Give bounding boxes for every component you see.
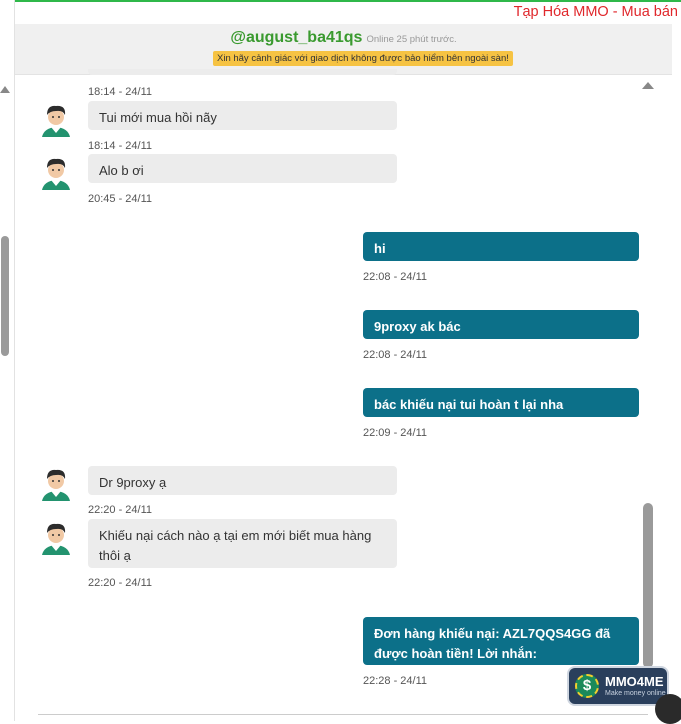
- message-time: 22:20 - 24/11: [88, 504, 153, 516]
- chat-scroll-thumb[interactable]: [643, 503, 653, 668]
- site-title[interactable]: Tạp Hóa MMO - Mua bán: [514, 4, 678, 20]
- page-scroll-thumb[interactable]: [1, 236, 9, 356]
- message-time: 20:45 - 24/11: [88, 193, 153, 205]
- incoming-message: Dr 9proxy ạ: [88, 466, 397, 495]
- message-time: 22:09 - 24/11: [363, 427, 428, 439]
- mmo4me-logo[interactable]: $ MMO4ME Make money online: [567, 666, 669, 706]
- outgoing-message: 9proxy ak bác: [363, 310, 639, 339]
- message-time: 22:20 - 24/11: [88, 577, 153, 589]
- message-time: 22:08 - 24/11: [363, 271, 428, 283]
- user-avatar-icon: [38, 154, 74, 190]
- chat-username[interactable]: @august_ba41qs: [230, 29, 362, 46]
- message-time: 22:28 - 24/11: [363, 675, 428, 687]
- warning-banner: Xin hãy cảnh giác với giao dịch không đư…: [213, 51, 513, 66]
- chat-header: @august_ba41qs Online 25 phút trước. Xin …: [15, 24, 672, 75]
- outgoing-message: bác khiếu nại tui hoàn t lại nha: [363, 388, 639, 417]
- user-avatar-icon: [38, 519, 74, 555]
- incoming-message: Tui mới mua hồi nãy: [88, 101, 397, 130]
- logo-name: MMO4ME: [605, 674, 664, 689]
- user-avatar-icon: [38, 465, 74, 501]
- logo-tagline: Make money online: [605, 690, 666, 697]
- page-scrollbar[interactable]: [0, 0, 15, 721]
- message-bubble-partial: [88, 69, 397, 75]
- outgoing-message: hi: [363, 232, 639, 261]
- incoming-message: Alo b ơi: [88, 154, 397, 183]
- corner-avatar-icon[interactable]: [655, 694, 681, 724]
- online-status: Online 25 phút trước.: [366, 34, 457, 45]
- incoming-message: Khiếu nại cách nào ạ tại em mới biết mua…: [88, 519, 397, 568]
- chat-bottom-divider: [38, 714, 648, 715]
- message-time: 18:14 - 24/11: [88, 140, 153, 152]
- dollar-coin-icon: $: [575, 674, 599, 698]
- user-avatar-icon: [38, 101, 74, 137]
- chat-scroll-up-icon[interactable]: [642, 82, 654, 89]
- page-scroll-up-icon[interactable]: [0, 86, 10, 93]
- chat-header-line: @august_ba41qs Online 25 phút trước.: [15, 29, 672, 47]
- outgoing-message: Đơn hàng khiếu nại: AZL7QQS4GG đã được h…: [363, 617, 639, 665]
- message-time: 22:08 - 24/11: [363, 349, 428, 361]
- top-accent-line: [0, 0, 681, 2]
- message-time: 18:14 - 24/11: [88, 86, 153, 98]
